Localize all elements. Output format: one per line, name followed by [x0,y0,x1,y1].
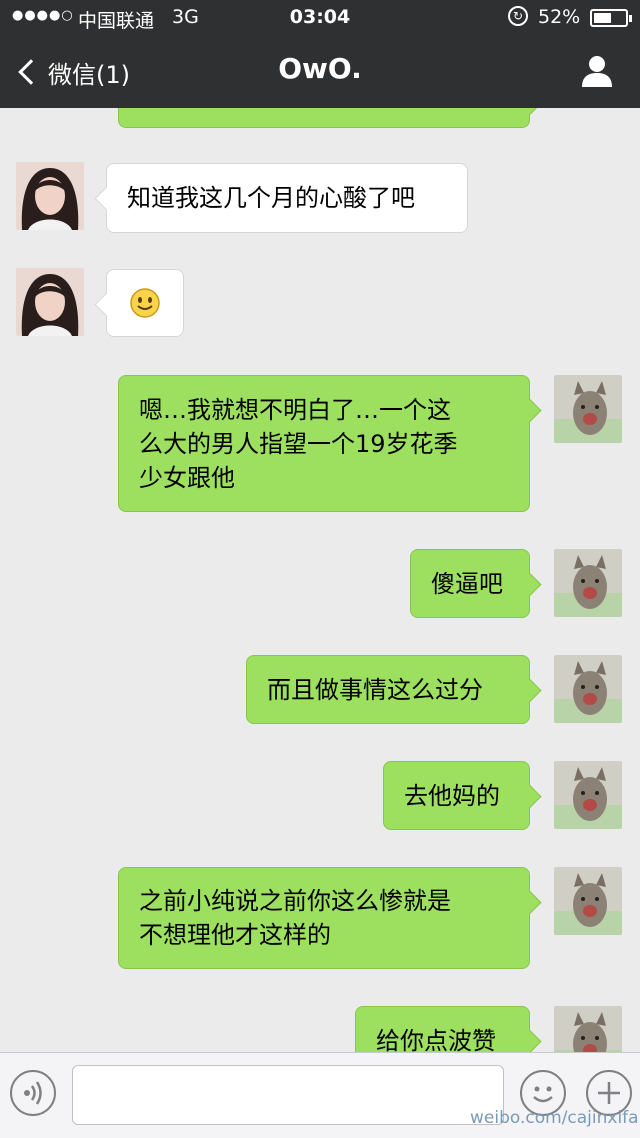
watermark: weibo.com/cajinxifa [470,1108,639,1128]
voice-button[interactable] [10,1070,56,1116]
my-avatar[interactable] [554,549,622,617]
voice-icon [24,1081,42,1105]
message-bubble-received[interactable] [106,269,184,337]
chat-title: OwO. [278,52,362,85]
status-bar: ●●●●○ 中国联通 3G 03:04 ↻ 52% [0,0,640,36]
message-bubble-sent[interactable]: 而且做事情这么过分 [246,655,530,724]
message-bubble-received[interactable]: 知道我这几个月的心酸了吧 [106,163,468,233]
rotation-lock-icon: ↻ [508,6,528,26]
battery-icon [590,9,632,27]
message-input[interactable] [72,1065,504,1125]
chat-area[interactable]: 知道我这几个月的心酸了吧 嗯…我就想不明白了…一个这 么大的男人指望一个19岁花… [0,108,640,1052]
my-avatar[interactable] [554,375,622,443]
my-avatar[interactable] [554,1006,622,1052]
message-bubble-sent[interactable] [118,108,530,128]
contact-avatar[interactable] [16,162,84,230]
message-bubble-sent[interactable]: 傻逼吧 [410,549,530,618]
my-avatar[interactable] [554,867,622,935]
battery-percent: 52% [538,6,581,28]
my-avatar[interactable] [554,655,622,723]
message-bubble-sent[interactable]: 嗯…我就想不明白了…一个这 么大的男人指望一个19岁花季 少女跟他 [118,375,530,512]
message-bubble-sent[interactable]: 给你点波赞 [355,1006,530,1052]
contact-avatar[interactable] [16,268,84,336]
my-avatar[interactable] [554,761,622,829]
top-bar: ●●●●○ 中国联通 3G 03:04 ↻ 52% 微信(1) OwO. [0,0,640,108]
nav-bar: 微信(1) OwO. [0,36,640,108]
smile-emoji-icon [130,288,160,318]
message-bubble-sent[interactable]: 之前小纯说之前你这么惨就是 不想理他才这样的 [118,867,530,969]
profile-icon[interactable] [580,54,614,88]
message-bubble-sent[interactable]: 去他妈的 [383,761,530,830]
